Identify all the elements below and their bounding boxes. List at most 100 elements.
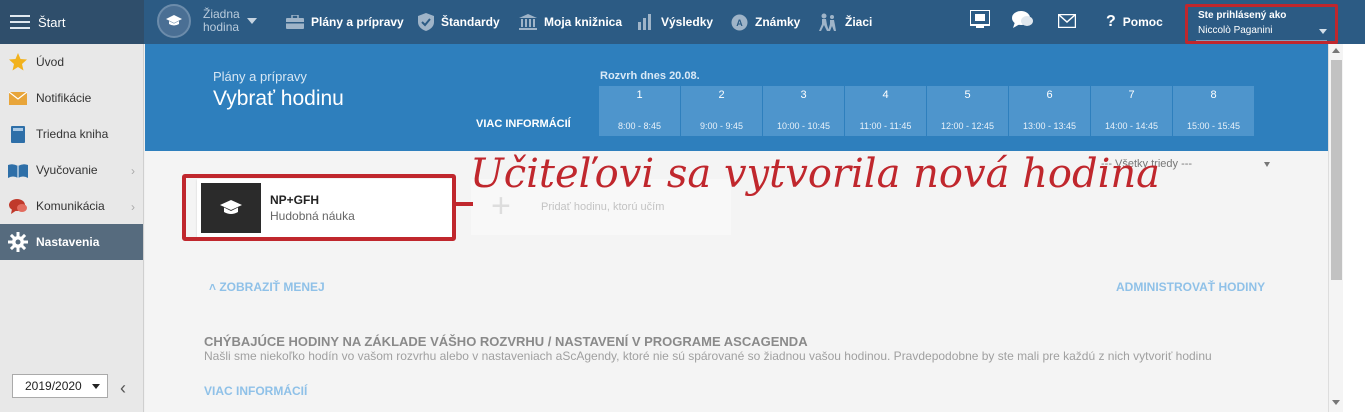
schedule-periods: 1 8:00 - 8:45 2 9:00 - 9:45 3 10:00 - 10:45… (599, 86, 1255, 136)
gear-icon (8, 232, 28, 252)
period-number: 6 (1046, 89, 1053, 101)
chevron-down-icon (1264, 162, 1270, 167)
schedule-period[interactable]: 1 8:00 - 8:45 (599, 86, 680, 136)
period-time: 9:00 - 9:45 (699, 121, 744, 131)
envelope-icon (8, 88, 28, 108)
chat-icon (8, 196, 28, 216)
sidebar-item-label: Notifikácie (36, 91, 92, 105)
sidebar-item-communication[interactable]: Komunikácia › (0, 188, 143, 224)
nav-students-label: Žiaci (845, 15, 873, 29)
sidebar-item-settings[interactable]: Nastavenia (0, 224, 143, 260)
nav-grades-label: Známky (755, 15, 801, 29)
briefcase-icon (286, 15, 304, 29)
sidebar-item-label: Komunikácia (36, 199, 105, 213)
missing-lessons-description: Našli sme niekoľko hodín vo vašom rozvrh… (204, 349, 1212, 363)
sidebar-item-label: Nastavenia (36, 235, 100, 249)
chevron-down-icon (1319, 29, 1327, 34)
schedule-period[interactable]: 8 15:00 - 15:45 (1173, 86, 1254, 136)
nav-students[interactable]: Žiaci (818, 0, 872, 44)
show-less-link[interactable]: ˄ ZOBRAZIŤ MENEJ (209, 280, 325, 294)
annotation-text: Učiteľovi sa vytvorila nová hodina (470, 151, 1161, 197)
sidebar-item-notifications[interactable]: Notifikácie (0, 80, 143, 116)
collapse-sidebar-icon[interactable]: ‹ (120, 378, 126, 399)
schedule-period[interactable]: 7 14:00 - 14:45 (1091, 86, 1172, 136)
period-time: 10:00 - 10:45 (776, 121, 831, 131)
help-button[interactable]: ? Pomoc (1106, 0, 1163, 44)
login-caption: Ste prihlásený ako (1198, 10, 1287, 21)
user-login-dropdown[interactable]: Ste prihlásený ako Niccolò Paganini (1185, 4, 1338, 44)
nav-standards-label: Štandardy (441, 15, 500, 29)
period-number: 2 (718, 89, 725, 101)
hamburger-icon (10, 15, 30, 29)
scroll-up-icon[interactable] (1332, 48, 1340, 53)
chevron-right-icon: › (131, 200, 135, 214)
nav-results[interactable]: Výsledky (638, 0, 713, 44)
nav-results-label: Výsledky (661, 15, 714, 29)
bar-chart-icon (638, 14, 654, 30)
grades-icon: A (731, 14, 748, 31)
period-number: 1 (636, 89, 643, 101)
period-number: 7 (1128, 89, 1135, 101)
underline (1196, 40, 1327, 41)
period-time: 14:00 - 14:45 (1104, 121, 1159, 131)
period-time: 13:00 - 13:45 (1022, 121, 1077, 131)
admin-lessons-link[interactable]: ADMINISTROVAŤ HODINY (1116, 280, 1265, 294)
period-number: 5 (964, 89, 971, 101)
more-info-link[interactable]: VIAC INFORMÁCIÍ (476, 118, 571, 130)
schedule-period[interactable]: 6 13:00 - 13:45 (1009, 86, 1090, 136)
star-icon (8, 52, 28, 72)
shield-icon (418, 13, 434, 31)
question-icon: ? (1106, 13, 1116, 30)
library-icon (519, 14, 537, 30)
page-title: Vybrať hodinu (213, 87, 344, 110)
page-subtitle: Plány a prípravy (213, 69, 307, 84)
book-icon (8, 124, 28, 144)
nav-standards[interactable]: Štandardy (418, 0, 500, 44)
sidebar-item-label: Úvod (36, 55, 65, 69)
chevron-right-icon: › (131, 164, 135, 178)
add-lesson-label: Pridať hodinu, ktorú učím (541, 201, 665, 213)
scroll-down-icon[interactable] (1332, 400, 1340, 405)
chevron-down-icon (247, 18, 257, 24)
start-menu-button[interactable]: Štart (0, 0, 144, 44)
nav-library[interactable]: Moja knižnica (519, 0, 622, 44)
start-label: Štart (38, 14, 66, 30)
period-time: 11:00 - 11:45 (859, 121, 912, 131)
chat-bubbles-icon[interactable] (1012, 10, 1034, 35)
missing-more-info-link[interactable]: VIAC INFORMÁCIÍ (204, 384, 307, 398)
schedule-title: Rozvrh dnes 20.08. (600, 70, 700, 82)
school-year-value: 2019/2020 (25, 379, 82, 393)
sidebar: Úvod Notifikácie Triedna kniha Vyučovani… (0, 44, 144, 412)
schedule-period[interactable]: 2 9:00 - 9:45 (681, 86, 762, 136)
lesson-picker-label: Žiadna hodina (203, 7, 240, 34)
period-time: 12:00 - 12:45 (940, 121, 995, 131)
sidebar-item-teaching[interactable]: Vyučovanie › (0, 152, 143, 188)
cast-icon[interactable] (969, 9, 991, 33)
scroll-thumb[interactable] (1331, 60, 1342, 280)
sidebar-item-intro[interactable]: Úvod (0, 44, 143, 80)
window-edge (1343, 44, 1365, 412)
chevron-down-icon (92, 384, 100, 389)
envelope-icon[interactable] (1057, 13, 1077, 33)
annotation-connector (453, 202, 473, 206)
lesson-picker[interactable]: Žiadna hodina (157, 4, 257, 38)
highlight-frame (182, 174, 456, 241)
schedule-period[interactable]: 3 10:00 - 10:45 (763, 86, 844, 136)
help-label: Pomoc (1122, 15, 1163, 29)
open-book-icon (8, 160, 28, 180)
period-time: 8:00 - 8:45 (617, 121, 662, 131)
period-number: 3 (800, 89, 807, 101)
login-user-name: Niccolò Paganini (1198, 25, 1273, 36)
nav-grades[interactable]: A Známky (731, 0, 800, 44)
schedule-period[interactable]: 4 11:00 - 11:45 (845, 86, 926, 136)
school-year-select[interactable]: 2019/2020 (12, 374, 108, 398)
show-less-label: ZOBRAZIŤ MENEJ (219, 280, 325, 294)
top-bar: Štart Žiadna hodina Plány a prípravy Šta… (0, 0, 1365, 44)
sidebar-item-class-book[interactable]: Triedna kniha (0, 116, 143, 152)
period-number: 4 (882, 89, 889, 101)
svg-text:A: A (736, 18, 743, 28)
graduation-cap-icon (157, 4, 191, 38)
students-icon (818, 13, 838, 31)
nav-plans[interactable]: Plány a prípravy (286, 0, 404, 44)
schedule-period[interactable]: 5 12:00 - 12:45 (927, 86, 1008, 136)
